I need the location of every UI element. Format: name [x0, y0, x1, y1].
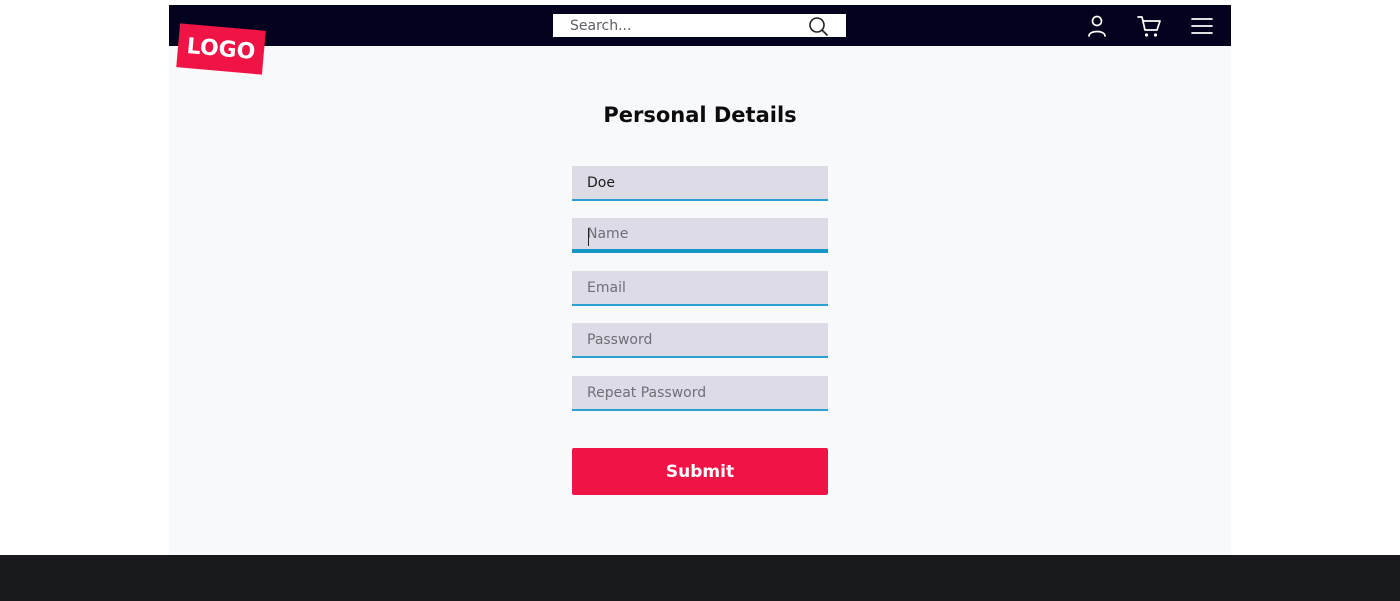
top-navbar [169, 5, 1231, 46]
password-field [572, 323, 828, 358]
submit-button[interactable]: Submit [572, 448, 828, 495]
name-input[interactable] [572, 218, 828, 249]
repeat-password-input[interactable] [572, 376, 828, 409]
cart-icon[interactable] [1136, 13, 1162, 39]
search-bar [553, 14, 846, 37]
main-container: LOGO Personal Details Submit [169, 5, 1231, 555]
footer [0, 555, 1400, 601]
page: LOGO Personal Details Submit [0, 0, 1400, 601]
form-title: Personal Details [603, 103, 797, 127]
email-input[interactable] [572, 271, 828, 304]
last-name-field [572, 166, 828, 201]
hamburger-menu-icon[interactable] [1189, 13, 1215, 39]
search-input[interactable] [553, 14, 803, 37]
text-cursor [588, 228, 589, 246]
user-icon[interactable] [1084, 13, 1110, 39]
last-name-input[interactable] [572, 166, 828, 199]
search-icon[interactable] [807, 16, 829, 36]
logo[interactable]: LOGO [176, 23, 266, 75]
name-field [572, 218, 828, 253]
repeat-password-field [572, 376, 828, 411]
email-field [572, 271, 828, 306]
password-input[interactable] [572, 323, 828, 356]
